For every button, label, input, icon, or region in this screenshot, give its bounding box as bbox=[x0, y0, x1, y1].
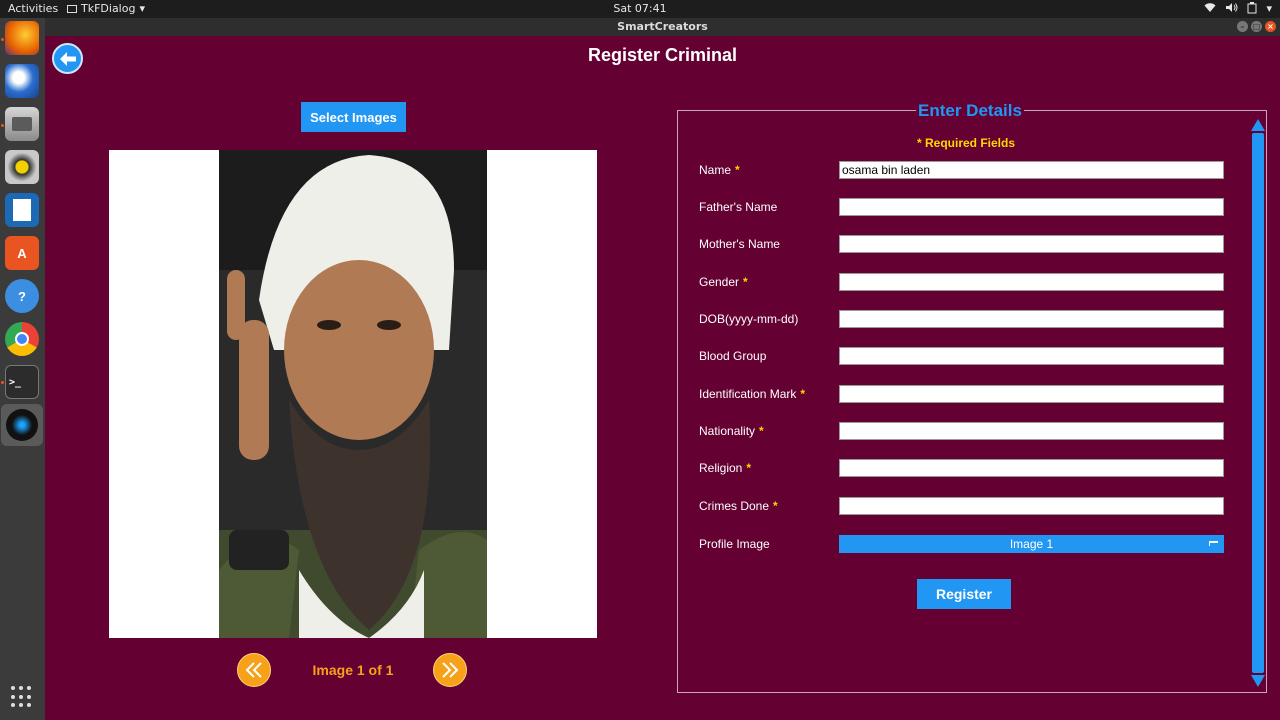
field-label: Blood Group bbox=[699, 349, 767, 363]
gender-input[interactable] bbox=[839, 273, 1224, 291]
app-menu-label: TkFDialog bbox=[81, 2, 136, 15]
required-marker: * bbox=[773, 499, 778, 513]
scroll-down-arrow-icon[interactable] bbox=[1251, 675, 1265, 687]
form-row-religion: Religion * bbox=[699, 459, 1229, 477]
form-row-dob: DOB(yyyy-mm-dd) bbox=[699, 310, 1229, 328]
form-row-blood-group: Blood Group bbox=[699, 347, 1229, 365]
chevron-down-icon: ▾ bbox=[1266, 2, 1272, 15]
previous-image-button[interactable] bbox=[237, 653, 271, 687]
identification-mark-input[interactable] bbox=[839, 385, 1224, 403]
running-indicator bbox=[1, 124, 4, 127]
details-scrollbar[interactable] bbox=[1251, 119, 1265, 687]
battery-icon bbox=[1247, 2, 1257, 17]
name-input[interactable]: osama bin laden bbox=[839, 161, 1224, 179]
form-row-gender: Gender * bbox=[699, 273, 1229, 291]
terminal-glyph: >_ bbox=[9, 376, 22, 388]
required-marker: * bbox=[800, 387, 806, 401]
double-chevron-right-icon bbox=[442, 662, 459, 678]
terminal-icon[interactable]: >_ bbox=[5, 365, 39, 399]
field-label: Name * bbox=[699, 163, 740, 177]
religion-input[interactable] bbox=[839, 459, 1224, 477]
page-title: Register Criminal bbox=[587, 45, 738, 65]
mother-name-input[interactable] bbox=[839, 235, 1224, 253]
volume-icon bbox=[1225, 2, 1238, 17]
next-image-button[interactable] bbox=[433, 653, 467, 687]
field-label: Father's Name bbox=[699, 200, 778, 214]
option-menu-indicator-icon bbox=[1209, 541, 1218, 546]
field-label: Gender * bbox=[699, 275, 748, 289]
system-tray[interactable]: ▾ bbox=[1204, 2, 1272, 17]
thunderbird-icon[interactable] bbox=[5, 64, 39, 98]
form-row-name: Name * osama bin laden bbox=[699, 161, 1229, 179]
wifi-icon bbox=[1204, 2, 1216, 17]
suspect-photo bbox=[219, 150, 487, 638]
register-button[interactable]: Register bbox=[917, 579, 1011, 609]
files-icon[interactable] bbox=[5, 107, 39, 141]
activities-button[interactable]: Activities bbox=[8, 2, 58, 15]
smartcreators-icon[interactable] bbox=[1, 404, 43, 446]
image-preview bbox=[109, 150, 597, 638]
nationality-input[interactable] bbox=[839, 422, 1224, 440]
chevron-down-icon: ▾ bbox=[139, 2, 145, 15]
register-criminal-window: Register Criminal Select Images Image 1 … bbox=[45, 36, 1280, 720]
required-fields-note: * Required Fields bbox=[916, 136, 1016, 150]
form-row-mother-name: Mother's Name bbox=[699, 235, 1229, 253]
dob-input[interactable] bbox=[839, 310, 1224, 328]
form-row-identification-mark: Identification Mark * bbox=[699, 385, 1229, 403]
window-title: SmartCreators bbox=[617, 20, 708, 33]
scroll-thumb[interactable] bbox=[1252, 133, 1264, 673]
window-title-bar: SmartCreators – □ × bbox=[45, 18, 1280, 36]
field-label: Profile Image bbox=[699, 537, 770, 551]
required-marker: * bbox=[743, 275, 748, 289]
app-menu[interactable]: TkFDialog ▾ bbox=[67, 2, 145, 15]
details-frame: Enter Details * Required Fields Name * os… bbox=[677, 101, 1267, 693]
rhythmbox-icon[interactable] bbox=[5, 150, 39, 184]
writer-icon[interactable] bbox=[5, 193, 39, 227]
top-bar: Activities TkFDialog ▾ Sat 07:41 ▾ bbox=[0, 0, 1280, 18]
father-name-input[interactable] bbox=[839, 198, 1224, 216]
close-button[interactable]: × bbox=[1265, 21, 1276, 32]
double-chevron-left-icon bbox=[245, 662, 262, 678]
help-icon[interactable]: ? bbox=[5, 279, 39, 313]
clock[interactable]: Sat 07:41 bbox=[0, 2, 1280, 15]
field-label: Religion * bbox=[699, 461, 752, 475]
dock: A ? >_ bbox=[0, 18, 45, 720]
running-indicator bbox=[1, 38, 4, 41]
image-counter: Image 1 of 1 bbox=[312, 662, 394, 678]
crimes-done-input[interactable] bbox=[839, 497, 1224, 515]
select-images-button[interactable]: Select Images bbox=[301, 102, 406, 132]
window-icon bbox=[67, 4, 77, 13]
form-row-crimes-done: Crimes Done * bbox=[699, 497, 1229, 515]
form-row-nationality: Nationality * bbox=[699, 422, 1229, 440]
firefox-icon[interactable] bbox=[5, 21, 39, 55]
field-label: Crimes Done * bbox=[699, 499, 778, 513]
field-label: Nationality * bbox=[699, 424, 764, 438]
field-label: Mother's Name bbox=[699, 237, 780, 251]
form-row-profile-image: Profile Image Image 1 bbox=[699, 535, 1229, 553]
field-label: DOB(yyyy-mm-dd) bbox=[699, 312, 799, 326]
field-label: Identification Mark * bbox=[699, 387, 806, 401]
profile-image-value: Image 1 bbox=[1009, 537, 1054, 551]
software-icon[interactable]: A bbox=[5, 236, 39, 270]
chrome-icon[interactable] bbox=[5, 322, 39, 356]
scroll-up-arrow-icon[interactable] bbox=[1251, 119, 1265, 131]
form-row-father-name: Father's Name bbox=[699, 198, 1229, 216]
running-indicator bbox=[1, 381, 4, 384]
details-legend: Enter Details bbox=[916, 101, 1024, 121]
profile-image-select[interactable]: Image 1 bbox=[839, 535, 1224, 553]
show-applications-icon[interactable] bbox=[11, 686, 33, 708]
minimize-button[interactable]: – bbox=[1237, 21, 1248, 32]
required-marker: * bbox=[759, 424, 764, 438]
required-marker: * bbox=[735, 163, 740, 177]
blood-group-input[interactable] bbox=[839, 347, 1224, 365]
required-marker: * bbox=[746, 461, 752, 475]
maximize-button[interactable]: □ bbox=[1251, 21, 1262, 32]
